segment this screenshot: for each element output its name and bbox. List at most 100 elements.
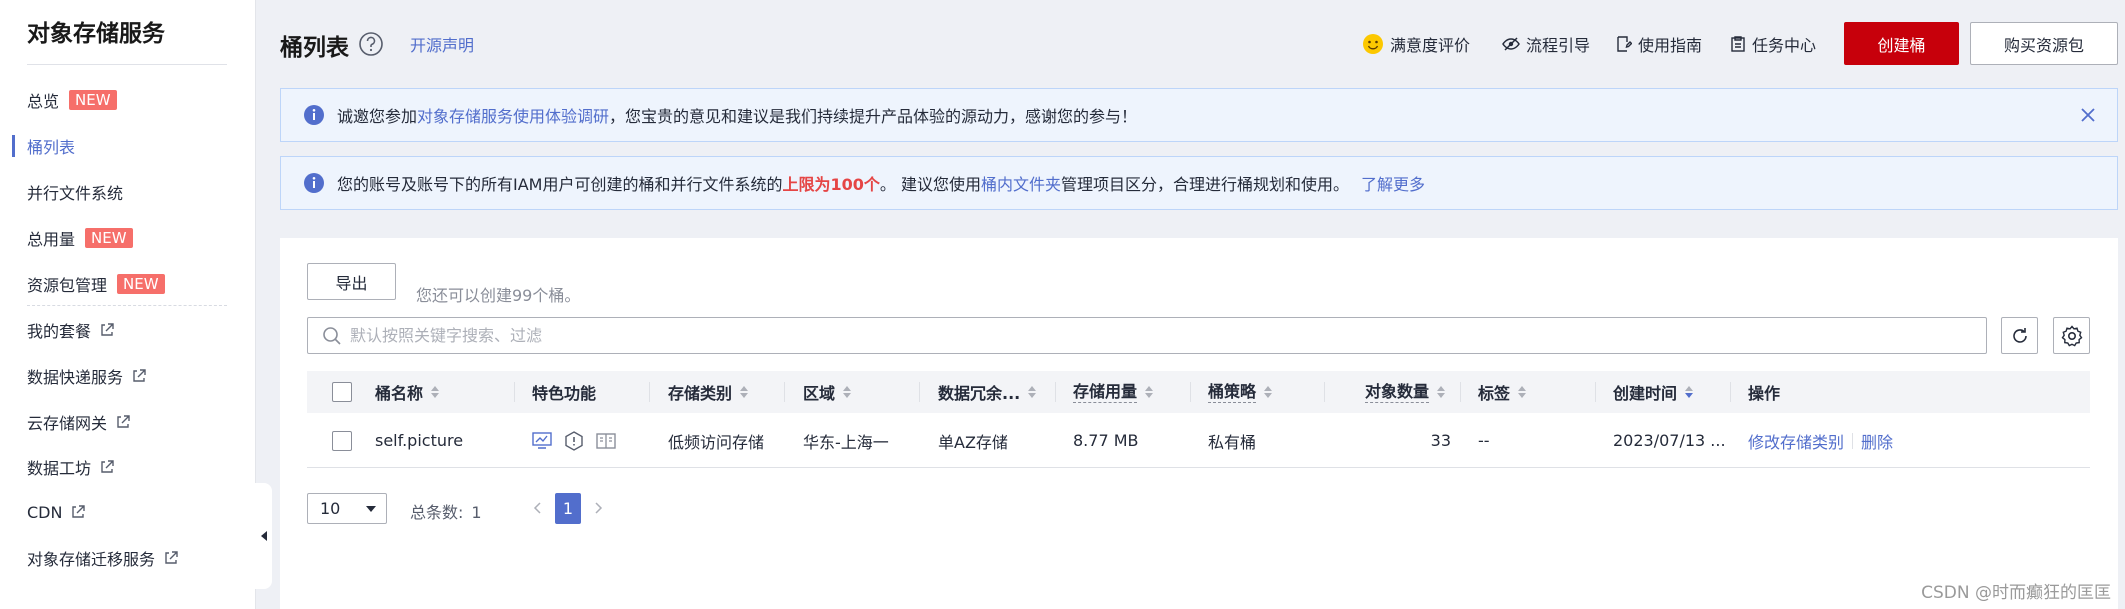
sidebar-item-data-workshop[interactable]: 数据工坊	[27, 453, 115, 481]
col-object-count[interactable]: 对象数量	[1365, 371, 1446, 413]
sort-icon	[1437, 386, 1446, 398]
select-all-checkbox-cell	[332, 371, 352, 413]
delete-link[interactable]: 删除	[1861, 429, 1893, 453]
help-icon[interactable]	[358, 31, 384, 57]
satisfaction-link[interactable]: 满意度评价	[1362, 32, 1470, 56]
feature-icons	[532, 414, 616, 467]
sidebar: 对象存储服务 总览 NEW 桶列表 并行文件系统 总用量 NEW 资源包管理 N…	[0, 0, 256, 609]
column-separator	[1324, 382, 1325, 402]
survey-notice: 诚邀您参加 对象存储服务使用体验调研 ，您宝贵的意见和建议是我们持续提升产品体验的源…	[280, 88, 2118, 142]
select-all-checkbox[interactable]	[332, 382, 352, 402]
total-count: 总条数: 1	[410, 499, 482, 523]
col-policy[interactable]: 桶策略	[1208, 371, 1273, 413]
row-checkbox-cell	[332, 414, 352, 467]
region-cell: 华东-上海一	[803, 432, 889, 452]
smiley-icon	[1363, 34, 1383, 54]
sort-icon	[1145, 386, 1154, 398]
notice-text: ，您宝贵的意见和建议是我们持续提升产品体验的源动力，感谢您的参与！	[609, 107, 1138, 126]
col-redundancy[interactable]: 数据冗余...	[938, 371, 1037, 413]
table-header: 桶名称 特色功能 存储类别 区域 数据冗余... 存储用量 桶策略 对象数量 标…	[307, 371, 2090, 413]
close-icon[interactable]	[2079, 106, 2097, 124]
sidebar-item-label: 总用量	[27, 230, 76, 249]
search-box[interactable]	[307, 317, 1987, 354]
sidebar-title: 对象存储服务	[27, 21, 165, 47]
external-link-icon	[101, 323, 114, 336]
col-usage[interactable]: 存储用量	[1073, 371, 1154, 413]
folder-link[interactable]: 桶内文件夹	[981, 171, 1061, 195]
settings-button[interactable]	[2053, 317, 2090, 354]
page-size-value: 10	[320, 499, 341, 518]
page-number-current[interactable]: 1	[555, 493, 581, 524]
col-storage-class[interactable]: 存储类别	[668, 371, 749, 413]
page-size-select[interactable]: 10	[307, 493, 387, 524]
notice-text: 诚邀您参加	[337, 107, 418, 126]
buy-resource-pack-button[interactable]: 购买资源包	[1970, 22, 2118, 65]
object-count-cell: 33	[1430, 431, 1451, 450]
table-row: self.picture 低频访问存储 华东-上海一 单AZ存储 8.77 MB…	[307, 414, 2090, 468]
task-center-label: 任务中心	[1752, 36, 1817, 55]
create-bucket-button[interactable]: 创建桶	[1844, 22, 1959, 65]
prev-page-button[interactable]	[527, 498, 547, 518]
row-checkbox[interactable]	[332, 430, 352, 451]
search-input[interactable]	[350, 326, 1950, 345]
total-label: 总条数:	[410, 503, 464, 522]
sidebar-item-bucket-list[interactable]: 桶列表	[27, 132, 75, 160]
sidebar-item-data-express[interactable]: 数据快递服务	[27, 362, 147, 390]
column-separator	[514, 382, 515, 402]
column-separator	[1460, 382, 1461, 402]
sidebar-item-my-package[interactable]: 我的套餐	[27, 316, 115, 344]
active-indicator	[12, 135, 15, 157]
bucket-list-card: 导出 您还可以创建99个桶。 桶名称 特色功能 存储类别 区域 数据冗余... …	[280, 238, 2118, 609]
column-separator	[649, 382, 650, 402]
total-value: 1	[471, 503, 482, 522]
new-badge: NEW	[85, 228, 133, 248]
col-label: 数据冗余...	[938, 384, 1021, 403]
next-page-button[interactable]	[589, 498, 609, 518]
watermark: CSDN @时而癫狂的匡匡	[1921, 583, 2111, 603]
caret-down-icon	[366, 506, 376, 512]
external-link-icon	[117, 415, 130, 428]
sidebar-item-parallel-fs[interactable]: 并行文件系统	[27, 178, 123, 206]
col-label: 标签	[1478, 384, 1511, 403]
process-guide-link[interactable]: 流程引导	[1502, 32, 1590, 56]
policy-cell: 私有桶	[1208, 432, 1257, 452]
user-guide-link[interactable]: 使用指南	[1616, 32, 1702, 56]
notice-text: 。 建议您使用	[879, 175, 981, 194]
sort-icon	[1518, 386, 1527, 398]
bucket-name-link[interactable]: self.picture	[375, 414, 463, 467]
sidebar-item-resource-pack[interactable]: 资源包管理 NEW	[27, 270, 165, 298]
monitor-icon	[532, 431, 552, 449]
sidebar-divider	[27, 305, 227, 306]
sidebar-item-overview[interactable]: 总览 NEW	[27, 86, 117, 114]
opensource-link[interactable]: 开源声明	[410, 32, 474, 56]
col-region[interactable]: 区域	[803, 371, 852, 413]
refresh-button[interactable]	[2001, 317, 2038, 354]
change-storage-class-link[interactable]: 修改存储类别	[1748, 429, 1844, 453]
page-title: 桶列表	[280, 35, 349, 61]
sidebar-item-migration[interactable]: 对象存储迁移服务	[27, 544, 179, 572]
sort-icon	[1685, 386, 1694, 398]
task-center-link[interactable]: 任务中心	[1730, 32, 1816, 56]
new-badge: NEW	[69, 90, 117, 110]
sidebar-collapse-button[interactable]	[255, 483, 272, 589]
sidebar-item-label: 总览	[27, 92, 60, 111]
user-guide-label: 使用指南	[1638, 36, 1703, 55]
survey-link[interactable]: 对象存储服务使用体验调研	[417, 103, 609, 127]
info-icon	[304, 173, 324, 193]
sidebar-item-cdn[interactable]: CDN	[27, 498, 86, 526]
col-bucket-name[interactable]: 桶名称	[375, 371, 440, 413]
col-label: 对象数量	[1365, 381, 1430, 403]
edit-doc-icon	[1617, 36, 1632, 52]
sidebar-item-usage[interactable]: 总用量 NEW	[27, 224, 133, 252]
sidebar-item-label: 对象存储迁移服务	[27, 550, 156, 569]
column-separator	[1055, 382, 1056, 402]
sidebar-item-label: 桶列表	[27, 138, 76, 157]
learn-more-link[interactable]: 了解更多	[1361, 171, 1425, 195]
export-button[interactable]: 导出	[307, 263, 396, 300]
created-cell: 2023/07/13 ...	[1613, 431, 1726, 450]
info-icon	[304, 105, 324, 125]
col-tags[interactable]: 标签	[1478, 371, 1527, 413]
process-guide-label: 流程引导	[1526, 36, 1591, 55]
col-created[interactable]: 创建时间	[1613, 371, 1694, 413]
sidebar-item-storage-gateway[interactable]: 云存储网关	[27, 408, 131, 436]
